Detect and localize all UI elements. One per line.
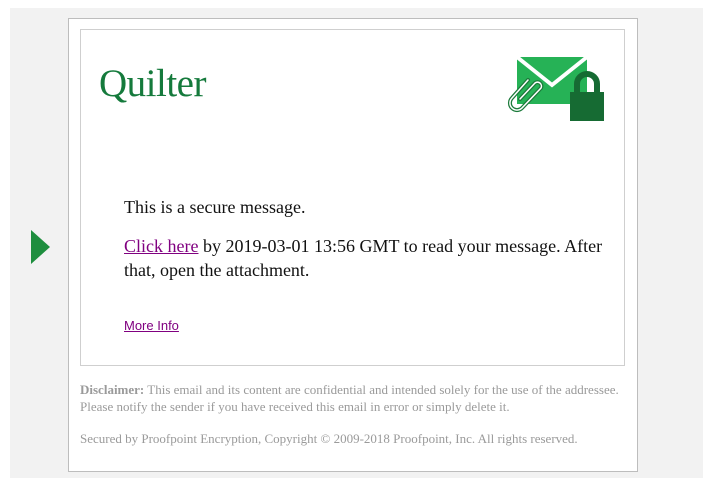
disclaimer-label: Disclaimer: [80,382,145,397]
secure-envelope-lock-icon [507,55,604,121]
quilter-logo: Quilter [99,62,206,105]
green-arrow-icon [31,230,50,264]
disclaimer-text: Disclaimer: This email and its content a… [80,381,630,415]
secure-message-text: This is a secure message. [124,197,306,217]
more-info-link[interactable]: More Info [124,318,179,333]
click-here-link[interactable]: Click here [124,236,198,256]
copyright-text: Secured by Proofpoint Encryption, Copyri… [80,431,578,446]
disclaimer-body: This email and its content are confident… [80,382,619,414]
instructions-text: Click here by 2019-03-01 13:56 GMT to re… [124,234,614,282]
